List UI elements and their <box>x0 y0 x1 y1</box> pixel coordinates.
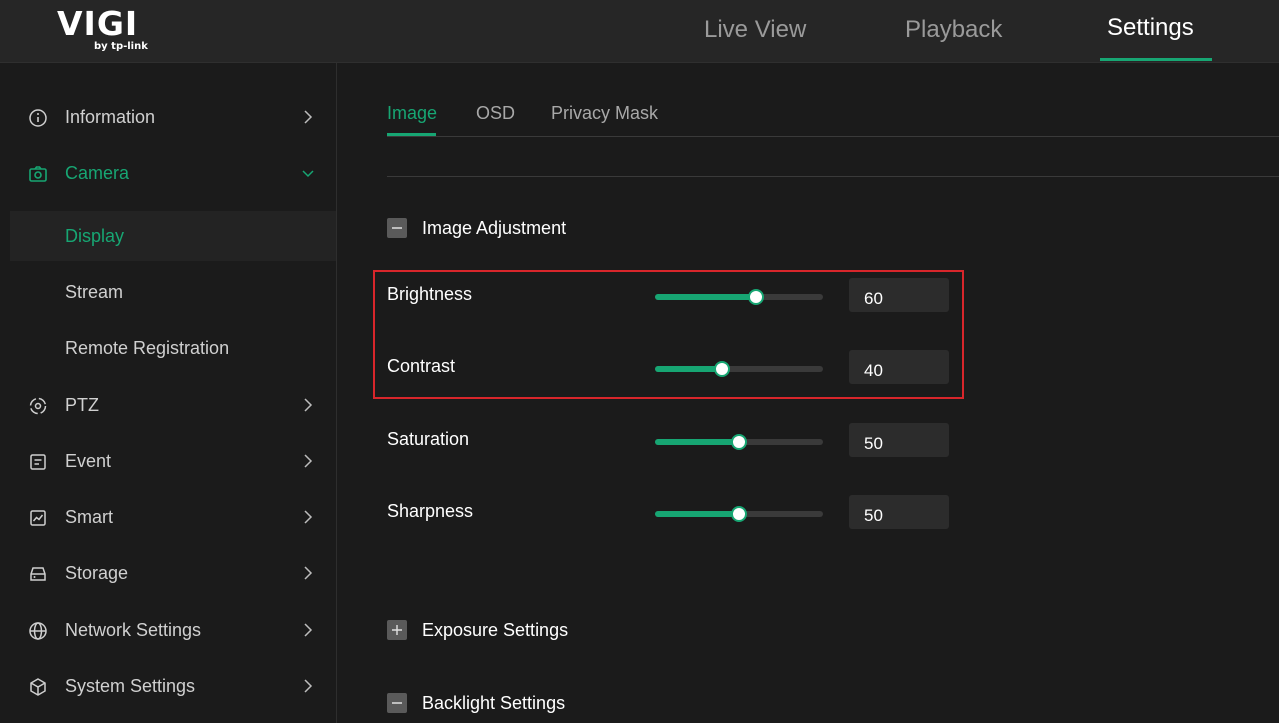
slider-handle[interactable] <box>731 434 747 450</box>
brightness-row: Brightness <box>387 276 987 316</box>
sidebar-subitem-label: Stream <box>65 282 124 302</box>
section-title: Backlight Settings <box>422 693 566 713</box>
sidebar-subitem-remote-registration[interactable]: Remote Registration <box>10 323 336 373</box>
sidebar-subitem-display[interactable]: Display <box>10 211 336 261</box>
collapse-icon[interactable] <box>387 218 407 238</box>
sharpness-label: Sharpness <box>387 501 474 521</box>
sidebar-item-information[interactable]: Information <box>0 93 336 141</box>
sidebar-item-system-settings[interactable]: System Settings <box>0 662 336 710</box>
sidebar-subitem-label: Display <box>65 226 125 246</box>
logo-subtitle: by tp-link <box>94 41 148 52</box>
top-bar: VIGI by tp-link Live View Playback Setti… <box>0 0 1279 63</box>
sidebar-item-network-settings[interactable]: Network Settings <box>0 606 336 654</box>
slider-fill <box>655 294 756 300</box>
info-icon <box>29 109 47 127</box>
saturation-slider[interactable] <box>655 434 823 450</box>
contrast-slider[interactable] <box>655 361 823 377</box>
section-title: Exposure Settings <box>422 620 569 640</box>
saturation-row: Saturation <box>387 421 987 461</box>
contrast-input[interactable] <box>849 350 949 384</box>
section-title: Image Adjustment <box>422 218 567 238</box>
sidebar-item-label: Smart <box>65 507 114 527</box>
contrast-label: Contrast <box>387 356 456 376</box>
section-exposure-settings[interactable]: Exposure Settings <box>387 618 687 642</box>
smart-icon <box>30 510 46 526</box>
brightness-slider[interactable] <box>655 289 823 305</box>
globe-icon <box>29 622 47 640</box>
sidebar-item-label: Camera <box>65 163 130 183</box>
tab-osd[interactable]: OSD <box>476 103 515 124</box>
slider-handle[interactable] <box>731 506 747 522</box>
sidebar-item-ptz[interactable]: PTZ <box>0 381 336 429</box>
sidebar-item-storage[interactable]: Storage <box>0 549 336 597</box>
sidebar: Information Camera Display Stream Remote… <box>0 63 337 723</box>
nav-active-indicator <box>1100 58 1212 61</box>
nav-live-view[interactable]: Live View <box>704 16 806 44</box>
sidebar-item-smart[interactable]: Smart <box>0 493 336 541</box>
contrast-row: Contrast <box>387 348 987 388</box>
event-icon <box>30 454 46 470</box>
chevron-right-icon <box>304 454 313 468</box>
tab-privacy-mask[interactable]: Privacy Mask <box>551 103 658 124</box>
sharpness-input[interactable] <box>849 495 949 529</box>
slider-handle[interactable] <box>747 289 764 305</box>
sharpness-slider[interactable] <box>655 506 823 522</box>
sidebar-item-label: Network Settings <box>65 620 202 640</box>
tab-image[interactable]: Image <box>387 103 437 124</box>
chevron-right-icon <box>304 679 313 693</box>
saturation-label: Saturation <box>387 429 470 449</box>
chevron-right-icon <box>304 566 313 580</box>
ptz-icon <box>29 397 47 415</box>
chevron-down-icon <box>302 170 314 178</box>
sidebar-subitem-stream[interactable]: Stream <box>10 267 336 317</box>
brightness-label: Brightness <box>387 284 473 304</box>
tab-active-indicator <box>387 133 436 136</box>
chevron-right-icon <box>304 510 313 524</box>
saturation-input[interactable] <box>849 423 949 457</box>
storage-icon <box>30 567 46 581</box>
vigi-logo[interactable]: VIGI by tp-link <box>57 4 157 56</box>
sidebar-item-camera[interactable]: Camera <box>0 149 336 197</box>
sidebar-item-label: Information <box>65 107 156 127</box>
section-backlight-settings[interactable]: Backlight Settings <box>387 691 687 715</box>
sharpness-row: Sharpness <box>387 493 987 533</box>
sidebar-item-label: System Settings <box>65 676 196 696</box>
main-panel: Image OSD Privacy Mask Image Adjustment … <box>337 63 1279 723</box>
camera-icon <box>29 166 47 182</box>
section-divider <box>387 176 1279 177</box>
sidebar-item-event[interactable]: Event <box>0 437 336 485</box>
expand-icon[interactable] <box>387 620 407 640</box>
brightness-input[interactable] <box>849 278 949 312</box>
sidebar-item-label: Event <box>65 451 112 471</box>
slider-fill <box>655 511 739 517</box>
slider-fill <box>655 366 723 372</box>
nav-settings[interactable]: Settings <box>1107 14 1194 42</box>
section-image-adjustment[interactable]: Image Adjustment <box>387 216 687 240</box>
chevron-right-icon <box>304 398 313 412</box>
slider-handle[interactable] <box>714 361 731 377</box>
nav-playback[interactable]: Playback <box>905 16 1002 44</box>
chevron-right-icon <box>304 110 313 124</box>
sidebar-subitem-label: Remote Registration <box>65 338 230 358</box>
logo-wordmark: VIGI <box>57 4 139 43</box>
tab-divider <box>387 136 1279 137</box>
system-icon <box>30 678 46 696</box>
sidebar-item-label: PTZ <box>65 395 99 415</box>
slider-fill <box>655 439 739 445</box>
collapse-icon[interactable] <box>387 693 407 713</box>
sidebar-item-label: Storage <box>65 563 129 583</box>
chevron-right-icon <box>304 623 313 637</box>
